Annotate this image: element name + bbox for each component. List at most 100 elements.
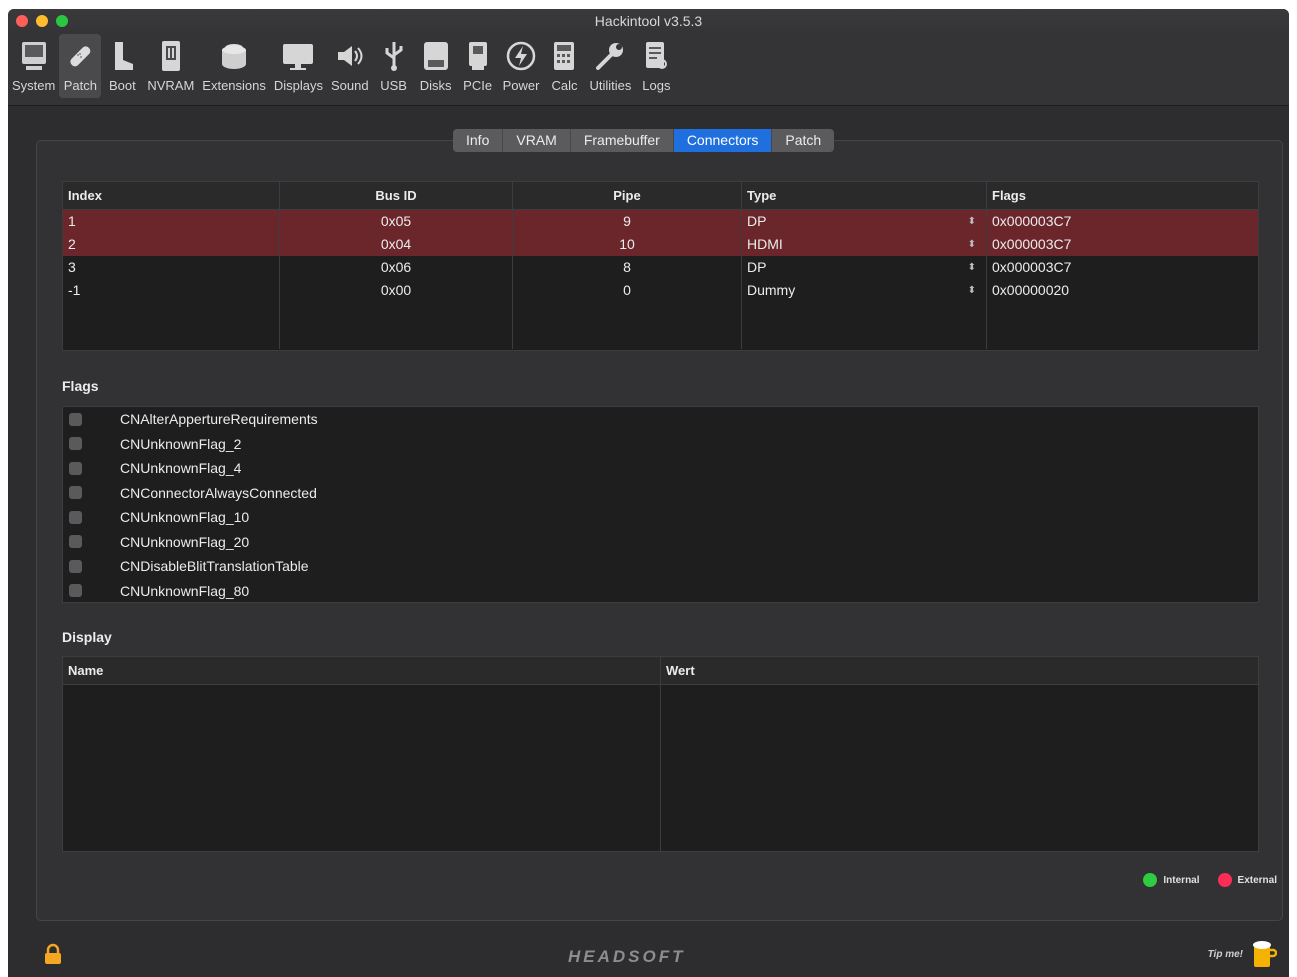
flag-checkbox[interactable] xyxy=(69,461,82,475)
cell-flags[interactable]: 0x000003C7 xyxy=(987,210,1258,233)
computer-icon xyxy=(17,38,51,74)
toolbar-label: Power xyxy=(502,78,540,93)
chevron-updown-icon: ⬍ xyxy=(967,216,976,227)
list-item: CNConnectorAlwaysConnected xyxy=(63,481,1258,506)
type-select[interactable]: Dummy ⬍ xyxy=(742,279,987,302)
legend-internal-label: Internal xyxy=(1163,874,1200,886)
toolbar-displays[interactable]: Displays xyxy=(270,34,327,98)
toolbar-label: Boot xyxy=(108,78,136,93)
type-value: DP xyxy=(747,213,767,229)
display-table: Name Wert xyxy=(62,656,1259,852)
flag-checkbox[interactable] xyxy=(69,412,82,426)
toolbar-calc[interactable]: Calc xyxy=(543,34,585,98)
column-header-type[interactable]: Type xyxy=(742,182,987,209)
tab-patch[interactable]: Patch xyxy=(772,129,834,152)
column-header-pipe[interactable]: Pipe xyxy=(513,182,742,209)
table-row[interactable]: -1 0x00 0 Dummy ⬍ 0x00000020 xyxy=(63,279,1258,302)
list-item: CNDisableBlitTranslationTable xyxy=(63,554,1258,579)
toolbar-label: Disks xyxy=(419,78,452,93)
flag-label: CNAlterAppertureRequirements xyxy=(120,411,318,428)
toolbar-label: Extensions xyxy=(202,78,266,93)
toolbar-nvram[interactable]: NVRAM xyxy=(143,34,198,98)
table-header: Name Wert xyxy=(63,657,1258,685)
flag-checkbox[interactable] xyxy=(69,535,82,549)
table-row[interactable]: 3 0x06 8 DP ⬍ 0x000003C7 xyxy=(63,256,1258,279)
title-bar: Hackintool v3.5.3 xyxy=(8,9,1289,34)
cell-flags[interactable]: 0x000003C7 xyxy=(987,233,1258,256)
type-select[interactable]: HDMI ⬍ xyxy=(742,233,987,256)
calculator-icon xyxy=(547,38,581,74)
toolbar-pcie[interactable]: PCIe xyxy=(457,34,499,98)
column-header-index[interactable]: Index xyxy=(63,182,280,209)
type-select[interactable]: DP ⬍ xyxy=(742,210,987,233)
toolbar-label: Sound xyxy=(331,78,369,93)
lego-brick-icon xyxy=(217,38,251,74)
list-item: CNAlterAppertureRequirements xyxy=(63,407,1258,432)
column-header-name[interactable]: Name xyxy=(63,657,661,684)
disk-icon xyxy=(419,38,453,74)
boot-icon xyxy=(105,38,139,74)
tip-me-link[interactable]: Tip me! xyxy=(1208,949,1243,960)
cell-bus-id[interactable]: 0x00 xyxy=(280,279,513,302)
flag-checkbox[interactable] xyxy=(69,437,82,451)
toolbar-disks[interactable]: Disks xyxy=(415,34,457,98)
cell-pipe[interactable]: 9 xyxy=(513,210,742,233)
zoom-window-button[interactable] xyxy=(56,15,68,27)
cell-flags[interactable]: 0x00000020 xyxy=(987,279,1258,302)
toolbar: System Patch Boot NVRAM Extensions Displ… xyxy=(8,34,1289,106)
column-header-value[interactable]: Wert xyxy=(661,657,1258,684)
chevron-updown-icon: ⬍ xyxy=(967,239,976,250)
tab-info[interactable]: Info xyxy=(453,129,504,152)
cell-bus-id[interactable]: 0x05 xyxy=(280,210,513,233)
flags-list: CNAlterAppertureRequirements CNUnknownFl… xyxy=(62,406,1259,603)
flag-checkbox[interactable] xyxy=(69,510,82,524)
toolbar-system[interactable]: System xyxy=(8,34,59,98)
memory-chip-icon xyxy=(154,38,188,74)
cell-pipe[interactable]: 0 xyxy=(513,279,742,302)
usb-icon xyxy=(377,38,411,74)
toolbar-power[interactable]: Power xyxy=(499,34,544,98)
flag-label: CNUnknownFlag_80 xyxy=(120,582,250,599)
cell-pipe[interactable]: 10 xyxy=(513,233,742,256)
flag-label: CNConnectorAlwaysConnected xyxy=(120,484,317,501)
cell-bus-id[interactable]: 0x04 xyxy=(280,233,513,256)
close-window-button[interactable] xyxy=(16,15,28,27)
toolbar-label: NVRAM xyxy=(147,78,195,93)
table-row[interactable]: 2 0x04 10 HDMI ⬍ 0x000003C7 xyxy=(63,233,1258,256)
column-header-flags[interactable]: Flags xyxy=(987,182,1258,209)
type-select[interactable]: DP ⬍ xyxy=(742,256,987,279)
toolbar-boot[interactable]: Boot xyxy=(101,34,143,98)
internal-status-dot xyxy=(1143,873,1158,887)
pcie-card-icon xyxy=(461,38,495,74)
flag-checkbox[interactable] xyxy=(69,584,82,598)
cell-pipe[interactable]: 8 xyxy=(513,256,742,279)
toolbar-usb[interactable]: USB xyxy=(373,34,415,98)
chevron-updown-icon: ⬍ xyxy=(967,262,976,273)
tab-framebuffer[interactable]: Framebuffer xyxy=(571,129,674,152)
toolbar-utilities[interactable]: Utilities xyxy=(585,34,635,98)
list-item: CNUnknownFlag_2 xyxy=(63,432,1258,457)
lightning-icon xyxy=(504,38,538,74)
window-title: Hackintool v3.5.3 xyxy=(594,13,703,29)
flag-checkbox[interactable] xyxy=(69,486,82,500)
table-empty-area xyxy=(63,302,1258,349)
table-row[interactable]: 1 0x05 9 DP ⬍ 0x000003C7 xyxy=(63,210,1258,233)
tab-connectors[interactable]: Connectors xyxy=(673,129,773,152)
app-window: Hackintool v3.5.3 System Patch Boot NVRA… xyxy=(8,9,1289,977)
cell-index: 2 xyxy=(63,233,280,256)
lock-icon[interactable] xyxy=(44,943,62,968)
column-header-bus-id[interactable]: Bus ID xyxy=(280,182,513,209)
tab-vram[interactable]: VRAM xyxy=(503,129,571,152)
toolbar-patch[interactable]: Patch xyxy=(59,34,102,98)
toolbar-logs[interactable]: Logs xyxy=(635,34,677,98)
cell-index: 1 xyxy=(63,210,280,233)
type-value: HDMI xyxy=(747,236,783,252)
beer-icon[interactable] xyxy=(1251,939,1278,972)
toolbar-label: Logs xyxy=(642,78,671,93)
flag-checkbox[interactable] xyxy=(69,559,82,573)
cell-flags[interactable]: 0x000003C7 xyxy=(987,256,1258,279)
minimize-window-button[interactable] xyxy=(36,15,48,27)
toolbar-extensions[interactable]: Extensions xyxy=(198,34,270,98)
toolbar-sound[interactable]: Sound xyxy=(327,34,373,98)
cell-bus-id[interactable]: 0x06 xyxy=(280,256,513,279)
